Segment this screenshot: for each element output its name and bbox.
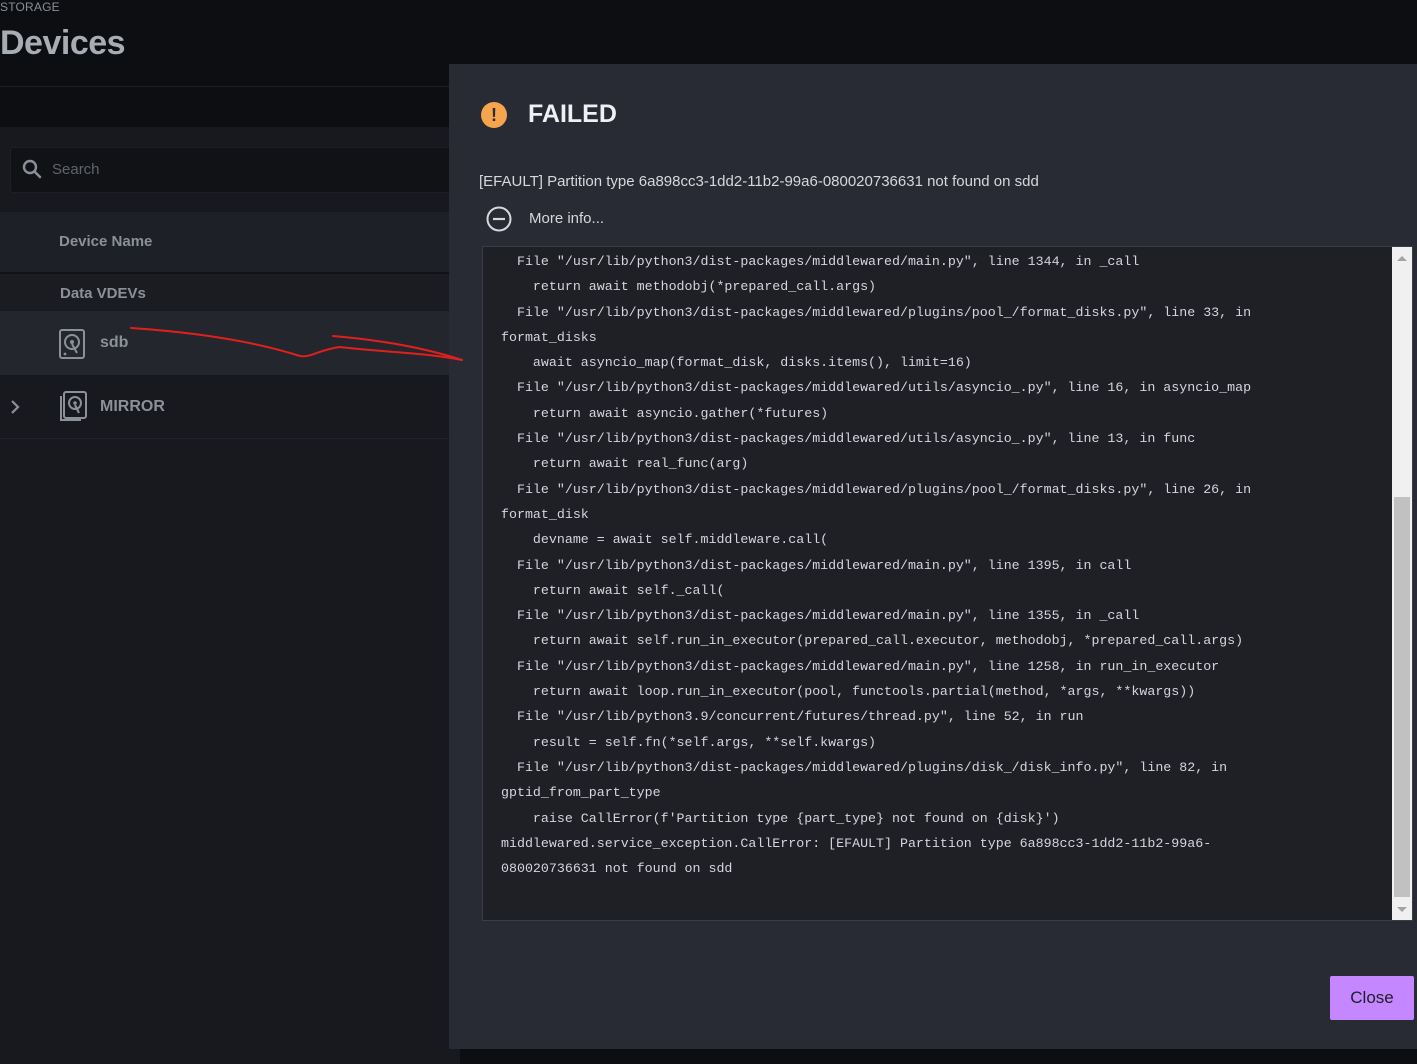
header-divider [0, 86, 460, 87]
breadcrumb: STORAGE [0, 0, 60, 14]
chevron-right-icon[interactable] [8, 398, 22, 416]
warning-icon: ! [481, 102, 507, 128]
device-label-mirror: MIRROR [100, 398, 165, 415]
more-info-toggle[interactable]: More info... [529, 210, 604, 227]
mirror-disks-icon [60, 391, 87, 421]
search-icon [22, 159, 42, 179]
scroll-down-arrow-icon[interactable] [1392, 903, 1412, 917]
error-message: [EFAULT] Partition type 6a898cc3-1dd2-11… [479, 173, 1039, 190]
traceback-textarea[interactable]: File "/usr/lib/python3/dist-packages/mid… [482, 246, 1413, 921]
traceback-scrollbar[interactable] [1392, 247, 1412, 920]
traceback-text: File "/usr/lib/python3/dist-packages/mid… [501, 254, 1252, 877]
search-input[interactable] [50, 156, 434, 182]
column-header-device-name[interactable]: Device Name [59, 233, 152, 250]
device-label-sdb: sdb [100, 334, 129, 351]
page-title: Devices [0, 24, 126, 62]
group-label-data-vdevs: Data VDEVs [60, 285, 146, 302]
collapse-minus-icon[interactable] [486, 206, 512, 232]
dialog-title: FAILED [528, 100, 617, 128]
scroll-thumb[interactable] [1394, 497, 1410, 897]
close-button[interactable]: Close [1330, 976, 1414, 1020]
scroll-up-arrow-icon[interactable] [1392, 251, 1412, 265]
hard-disk-icon [59, 329, 85, 359]
